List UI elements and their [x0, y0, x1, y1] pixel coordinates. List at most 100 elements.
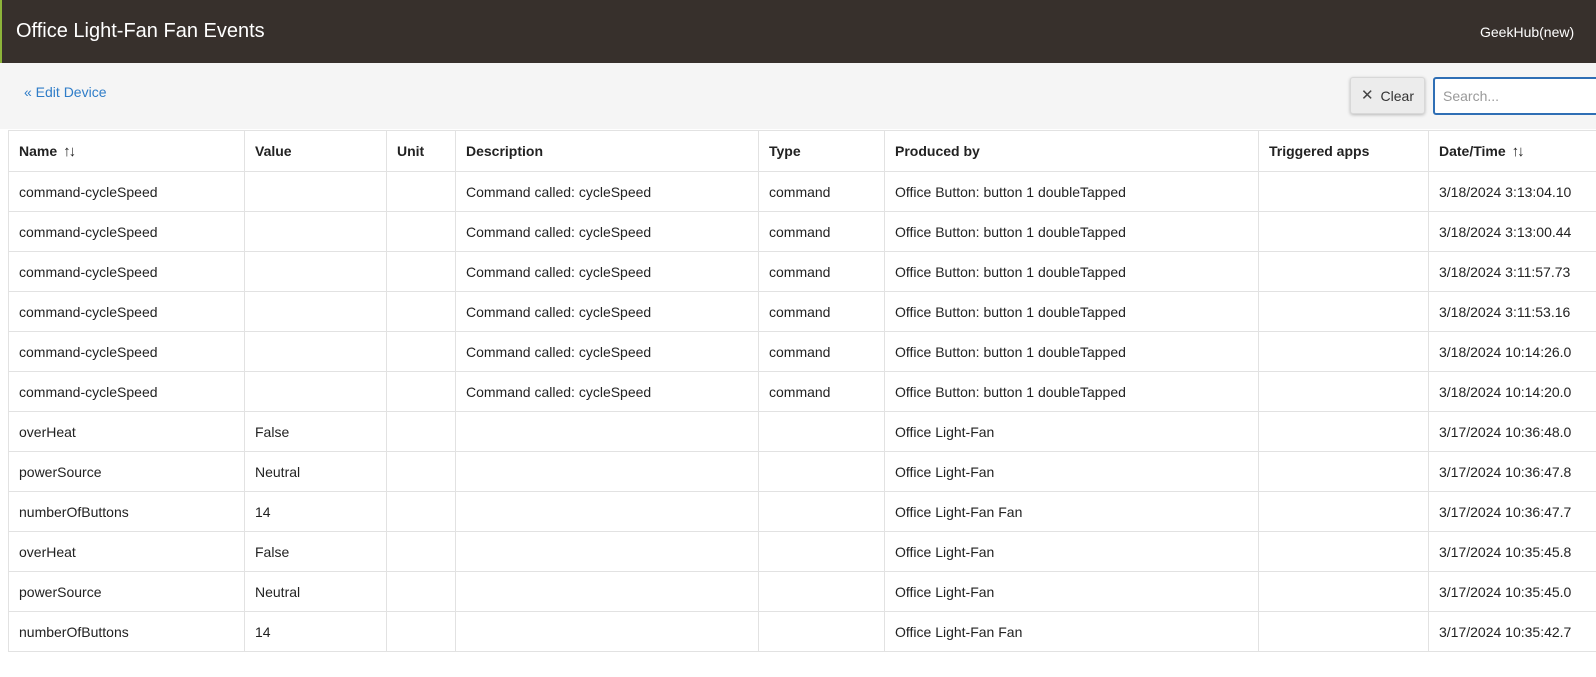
cell-type [758, 411, 885, 452]
cell-triggered-apps [1258, 251, 1429, 292]
cell-value [244, 251, 387, 292]
cell-triggered-apps [1258, 611, 1429, 652]
cell-datetime: 3/17/2024 10:35:45.8 [1428, 531, 1596, 572]
cell-value: Neutral [244, 451, 387, 492]
cell-value: False [244, 411, 387, 452]
toolbar: « Edit Device ✕ Clear [0, 63, 1596, 129]
cell-triggered-apps [1258, 171, 1429, 212]
cell-type: command [758, 251, 885, 292]
cell-produced-by-link[interactable]: Office Light-Fan [884, 451, 1259, 492]
cell-name: overHeat [8, 411, 245, 452]
cell-value: 14 [244, 611, 387, 652]
cell-name: numberOfButtons [8, 491, 245, 532]
cell-produced-by-link[interactable]: Office Button: button 1 doubleTapped [884, 371, 1259, 412]
table-row: command-cycleSpeed Command called: cycleS… [8, 331, 1596, 372]
table-row: command-cycleSpeed Command called: cycleS… [8, 171, 1596, 212]
table-row: powerSource Neutral Office Light-Fan 3/17/2… [8, 451, 1596, 492]
cell-type [758, 531, 885, 572]
hub-name-link[interactable]: GeekHub(new) [1480, 24, 1574, 40]
cell-type: command [758, 371, 885, 412]
cell-unit [386, 371, 456, 412]
cell-value [244, 171, 387, 212]
cell-produced-by-link[interactable]: Office Light-Fan [884, 571, 1259, 612]
cell-value [244, 331, 387, 372]
cell-produced-by-link[interactable]: Office Light-Fan Fan [884, 611, 1259, 652]
cell-value: False [244, 531, 387, 572]
cell-description [455, 531, 759, 572]
app-header: Office Light-Fan Fan Events GeekHub(new) [0, 0, 1596, 63]
cell-datetime: 3/17/2024 10:36:48.0 [1428, 411, 1596, 452]
cell-type: command [758, 211, 885, 252]
table-row: command-cycleSpeed Command called: cycleS… [8, 211, 1596, 252]
column-header-label: Date/Time [1439, 142, 1506, 159]
cell-datetime: 3/17/2024 10:35:42.7 [1428, 611, 1596, 652]
cell-name: overHeat [8, 531, 245, 572]
cell-description: Command called: cycleSpeed [455, 171, 759, 212]
cell-value: 14 [244, 491, 387, 532]
cell-triggered-apps [1258, 571, 1429, 612]
sort-arrows-icon[interactable]: ↑↓ [63, 143, 76, 160]
cell-produced-by-link[interactable]: Office Button: button 1 doubleTapped [884, 251, 1259, 292]
column-header-type: Type [758, 130, 885, 172]
cell-triggered-apps [1258, 531, 1429, 572]
column-header-name[interactable]: Name ↑↓ [8, 130, 245, 172]
cell-description [455, 411, 759, 452]
column-header-produced-by: Produced by [884, 130, 1259, 172]
clear-button[interactable]: ✕ Clear [1350, 77, 1425, 114]
cell-triggered-apps [1258, 491, 1429, 532]
cell-name: command-cycleSpeed [8, 251, 245, 292]
cell-name: command-cycleSpeed [8, 331, 245, 372]
cell-name: command-cycleSpeed [8, 291, 245, 332]
cell-produced-by-link[interactable]: Office Button: button 1 doubleTapped [884, 211, 1259, 252]
cell-triggered-apps [1258, 451, 1429, 492]
table-row: command-cycleSpeed Command called: cycleS… [8, 291, 1596, 332]
events-table-body: command-cycleSpeed Command called: cycleS… [8, 171, 1596, 652]
cell-description: Command called: cycleSpeed [455, 371, 759, 412]
cell-produced-by-link[interactable]: Office Light-Fan [884, 411, 1259, 452]
cell-triggered-apps [1258, 331, 1429, 372]
column-header-label: Name [19, 142, 58, 159]
cell-produced-by-link[interactable]: Office Button: button 1 doubleTapped [884, 291, 1259, 332]
table-row: command-cycleSpeed Command called: cycleS… [8, 371, 1596, 412]
search-input[interactable] [1433, 77, 1596, 115]
cell-name: command-cycleSpeed [8, 211, 245, 252]
cell-datetime: 3/17/2024 10:35:45.0 [1428, 571, 1596, 612]
cell-type [758, 571, 885, 612]
cell-produced-by-link[interactable]: Office Button: button 1 doubleTapped [884, 171, 1259, 212]
column-header-triggered-apps: Triggered apps [1258, 130, 1429, 172]
cell-description [455, 451, 759, 492]
cell-name: command-cycleSpeed [8, 371, 245, 412]
cell-description [455, 491, 759, 532]
table-row: overHeat False Office Light-Fan 3/17/2024 1… [8, 531, 1596, 572]
cell-datetime: 3/18/2024 10:14:26.0 [1428, 331, 1596, 372]
table-row: overHeat False Office Light-Fan 3/17/2024 1… [8, 411, 1596, 452]
column-header-description: Description [455, 130, 759, 172]
edit-device-link[interactable]: « Edit Device [24, 84, 106, 100]
table-row: numberOfButtons 14 Office Light-Fan Fan 3/1… [8, 491, 1596, 532]
cell-name: numberOfButtons [8, 611, 245, 652]
cell-name: powerSource [8, 571, 245, 612]
cell-unit [386, 291, 456, 332]
cell-type [758, 451, 885, 492]
cell-produced-by-link[interactable]: Office Button: button 1 doubleTapped [884, 331, 1259, 372]
column-header-datetime[interactable]: Date/Time ↑↓ [1428, 130, 1596, 172]
cell-unit [386, 611, 456, 652]
cell-datetime: 3/18/2024 3:11:57.73 [1428, 251, 1596, 292]
cell-type: command [758, 171, 885, 212]
page-title: Office Light-Fan Fan Events [16, 20, 265, 42]
cell-produced-by-link[interactable]: Office Light-Fan [884, 531, 1259, 572]
cell-value [244, 291, 387, 332]
cell-unit [386, 571, 456, 612]
cell-datetime: 3/18/2024 3:13:04.10 [1428, 171, 1596, 212]
cell-triggered-apps [1258, 411, 1429, 452]
cell-description: Command called: cycleSpeed [455, 331, 759, 372]
cell-datetime: 3/18/2024 10:14:20.0 [1428, 371, 1596, 412]
cell-datetime: 3/17/2024 10:36:47.8 [1428, 451, 1596, 492]
cell-description [455, 571, 759, 612]
cell-produced-by-link[interactable]: Office Light-Fan Fan [884, 491, 1259, 532]
cell-type: command [758, 331, 885, 372]
cell-type [758, 491, 885, 532]
sort-arrows-icon[interactable]: ↑↓ [1512, 143, 1525, 160]
cell-unit [386, 491, 456, 532]
clear-button-label: Clear [1380, 87, 1415, 104]
